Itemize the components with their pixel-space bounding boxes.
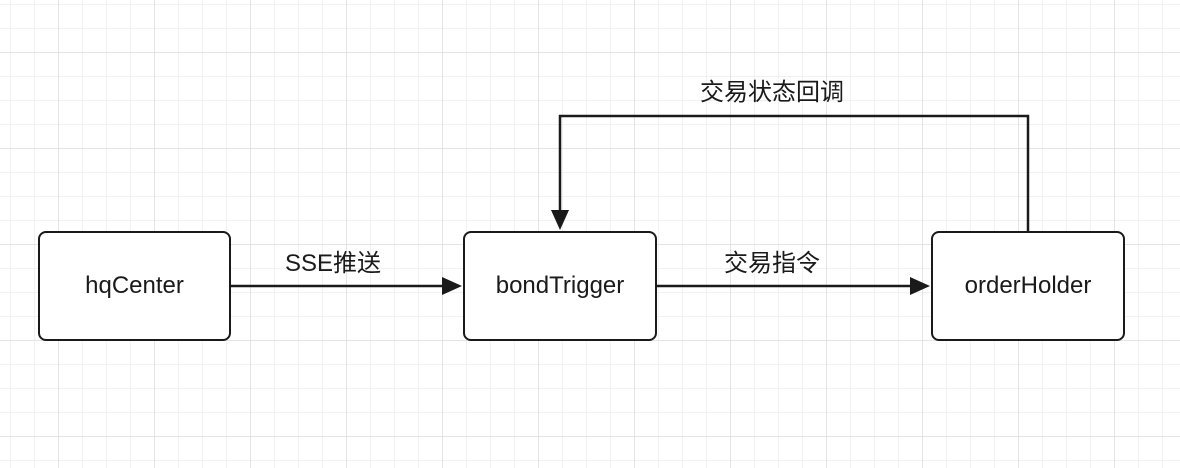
arrowhead-bondtrigger-left (442, 277, 462, 295)
node-orderholder[interactable]: orderHolder (931, 231, 1125, 341)
edge-label-trade-status-callback: 交易状态回调 (700, 79, 844, 106)
node-hqcenter-label: hqCenter (85, 272, 184, 299)
arrowhead-orderholder-left (910, 277, 930, 295)
node-bondtrigger-label: bondTrigger (495, 272, 625, 299)
edge-label-sse-push: SSE推送 (284, 250, 382, 277)
arrowhead-bondtrigger-top (551, 210, 569, 230)
node-orderholder-label: orderHolder (964, 272, 1092, 299)
node-hqcenter[interactable]: hqCenter (38, 231, 231, 341)
node-bondtrigger[interactable]: bondTrigger (463, 231, 657, 341)
arrow-orderholder-to-bondtrigger-callback (558, 114, 1030, 231)
edge-label-trade-command: 交易指令 (724, 250, 820, 277)
